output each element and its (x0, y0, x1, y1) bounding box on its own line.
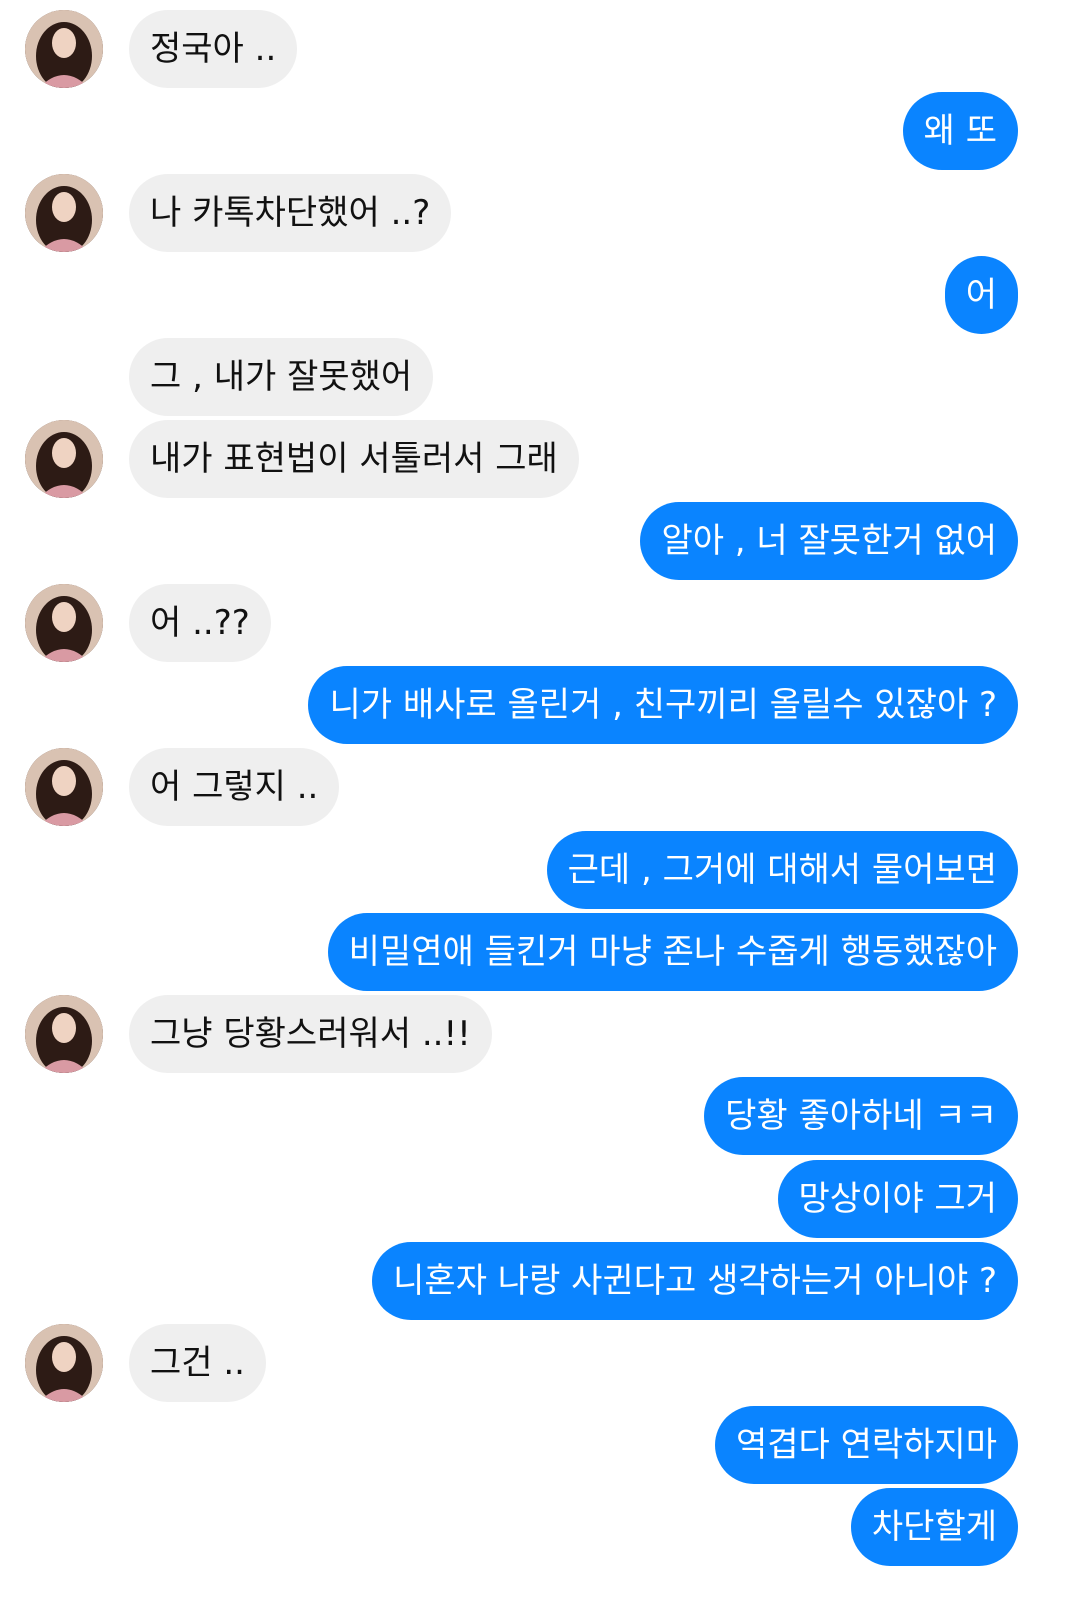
message-bubble-incoming[interactable]: 그냥 당황스러워서 ..!! (129, 995, 492, 1073)
message-bubble-outgoing[interactable]: 니가 배사로 올린거 , 친구끼리 올릴수 있잖아 ? (308, 666, 1018, 744)
message-bubble-outgoing[interactable]: 왜 또 (902, 92, 1018, 170)
contact-avatar[interactable] (25, 174, 103, 252)
message-bubble-outgoing[interactable]: 니혼자 나랑 사귄다고 생각하는거 아니야 ? (372, 1242, 1018, 1320)
message-bubble-incoming[interactable]: 나 카톡차단했어 ..? (129, 174, 452, 252)
message-bubble-outgoing[interactable]: 차단할게 (850, 1488, 1018, 1566)
chat-thread: 정국아 .. 왜 또 나 카톡차단했어 ..? 어 그 , 내가 잘못했어 내가… (0, 0, 1070, 1603)
message-bubble-outgoing[interactable]: 역겹다 연락하지마 (714, 1406, 1018, 1484)
profile-photo-avatar-icon (25, 420, 103, 498)
message-bubble-incoming[interactable]: 그 , 내가 잘못했어 (129, 338, 434, 416)
profile-photo-avatar-icon (25, 748, 103, 826)
message-bubble-outgoing[interactable]: 근데 , 그거에 대해서 물어보면 (546, 831, 1018, 909)
contact-avatar[interactable] (25, 584, 103, 662)
message-bubble-outgoing[interactable]: 어 (944, 256, 1018, 334)
contact-avatar[interactable] (25, 10, 103, 88)
profile-photo-avatar-icon (25, 10, 103, 88)
message-bubble-incoming[interactable]: 어 ..?? (129, 584, 271, 662)
message-bubble-outgoing[interactable]: 비밀연애 들킨거 마냥 존나 수줍게 행동했잖아 (327, 913, 1018, 991)
message-bubble-incoming[interactable]: 정국아 .. (129, 10, 298, 88)
contact-avatar[interactable] (25, 420, 103, 498)
contact-avatar[interactable] (25, 748, 103, 826)
contact-avatar[interactable] (25, 1324, 103, 1402)
profile-photo-avatar-icon (25, 584, 103, 662)
profile-photo-avatar-icon (25, 995, 103, 1073)
message-bubble-incoming[interactable]: 내가 표현법이 서툴러서 그래 (129, 420, 579, 498)
message-bubble-outgoing[interactable]: 알아 , 너 잘못한거 없어 (640, 502, 1018, 580)
message-bubble-outgoing[interactable]: 망상이야 그거 (777, 1160, 1018, 1238)
profile-photo-avatar-icon (25, 1324, 103, 1402)
message-bubble-incoming[interactable]: 어 그렇지 .. (129, 748, 340, 826)
message-bubble-incoming[interactable]: 그건 .. (129, 1324, 266, 1402)
contact-avatar[interactable] (25, 995, 103, 1073)
message-bubble-outgoing[interactable]: 당황 좋아하네 ㅋㅋ (704, 1077, 1018, 1155)
profile-photo-avatar-icon (25, 174, 103, 252)
